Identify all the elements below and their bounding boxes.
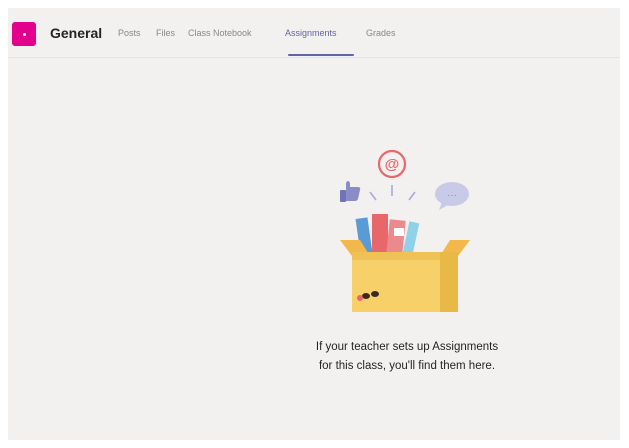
tab-files[interactable]: Files	[156, 28, 175, 38]
channel-title: General	[50, 25, 103, 41]
active-tab-indicator	[288, 54, 354, 56]
box-body	[352, 252, 440, 312]
tab-class-notebook[interactable]: Class Notebook	[188, 28, 252, 38]
ray-icon	[408, 191, 416, 201]
tab-assignments[interactable]: Assignments	[285, 28, 337, 38]
team-avatar-dot	[22, 32, 26, 36]
book-icon	[386, 219, 406, 255]
tab-posts[interactable]: Posts	[118, 28, 141, 38]
tab-grades[interactable]: Grades	[366, 28, 396, 38]
picture-icon	[394, 228, 404, 236]
ray-icon	[369, 191, 377, 201]
sunglasses-icon	[362, 293, 370, 299]
sunglasses-icon	[371, 291, 379, 297]
empty-box-illustration: @ ···	[340, 149, 470, 312]
thumbs-up-icon	[346, 181, 361, 201]
empty-state-line-2: for this class, you'll find them here.	[318, 360, 496, 372]
assignments-page: General Posts Files Class Notebook Assig…	[8, 8, 620, 440]
box-rim	[352, 252, 458, 260]
chat-dots-glyph: ···	[447, 190, 457, 201]
pencil-icon	[402, 221, 420, 255]
sticker-dot-icon	[357, 295, 363, 301]
box-side	[440, 252, 458, 312]
at-sign-glyph: @	[385, 156, 400, 173]
channel-header: General Posts Files Class Notebook Assig…	[8, 8, 620, 58]
thumbs-up-cuff-icon	[340, 190, 346, 202]
book-icon	[372, 214, 388, 254]
header-divider	[8, 57, 620, 58]
team-avatar[interactable]	[12, 22, 36, 46]
empty-state-message: If your teacher sets up Assignments for …	[228, 338, 586, 376]
empty-state-line-1: If your teacher sets up Assignments	[315, 341, 499, 353]
